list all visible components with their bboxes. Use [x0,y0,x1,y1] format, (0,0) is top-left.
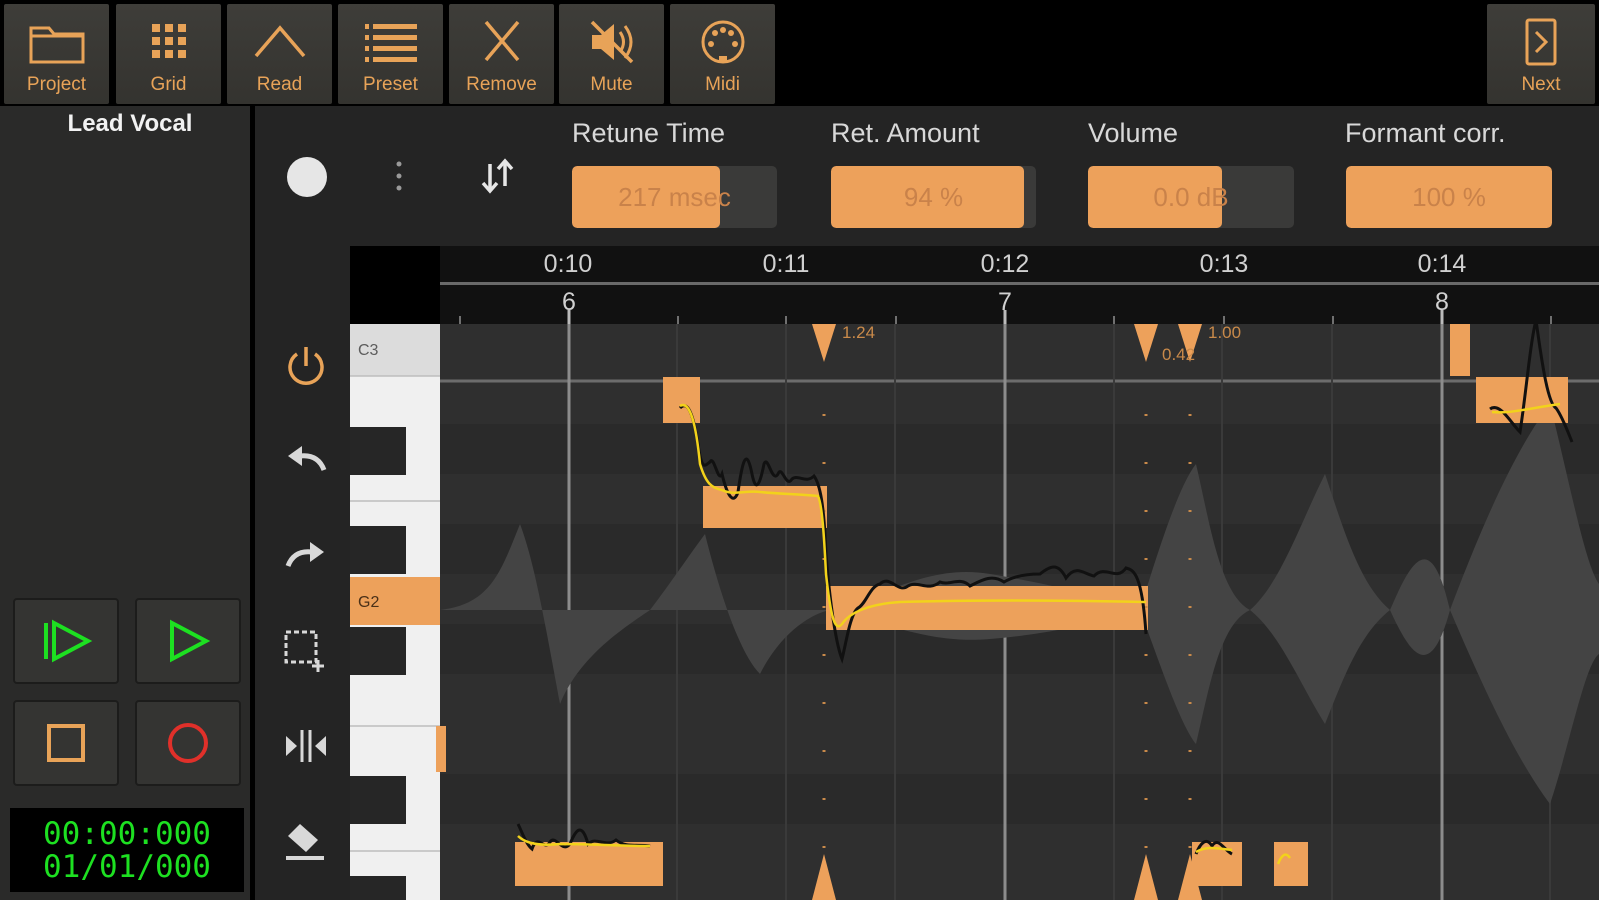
folder-icon [29,26,84,64]
read-curve-icon [254,25,305,58]
power-icon[interactable] [282,342,330,390]
redo-icon[interactable] [282,536,330,576]
close-icon [484,20,519,62]
grid-button[interactable]: Grid [116,4,221,104]
time-tick: 0:14 [1417,250,1467,278]
piano-keyboard[interactable] [350,324,440,900]
next-label: Next [1521,74,1561,95]
remove-label: Remove [466,74,537,95]
retune-amount-label: Ret. Amount [831,118,980,148]
timeline-ruler[interactable]: 0:10 0:11 0:12 0:13 0:14 6 7 8 [440,246,1599,324]
next-button[interactable]: Next [1487,4,1595,104]
preset-label: Preset [363,74,418,95]
undo-icon[interactable] [282,440,330,480]
position-readout: 01/01/000 [43,849,211,885]
key-label-c3: C3 [358,342,379,359]
volume-value: 0.0 dB [1153,182,1229,212]
retune-amount-slider[interactable]: 94 % [831,166,1036,228]
ruler-divider [440,282,1599,285]
retune-time-slider[interactable]: 217 msec [572,166,777,228]
black-key[interactable] [350,776,406,824]
pitch-editor[interactable]: C3 G2 1.24 0.42 1.00 [350,324,1599,900]
eraser-icon[interactable] [282,820,330,862]
mute-label: Mute [590,74,633,95]
list-icon [364,24,417,62]
swap-order-icon[interactable] [478,156,518,196]
mute-button[interactable]: Mute [559,4,664,104]
play-icon [170,619,211,663]
remove-button[interactable]: Remove [449,4,554,104]
stop-icon [47,724,85,762]
toolbar: Project Grid Read Preset Remove Mute Mid… [0,0,1599,106]
record-icon [168,723,208,763]
midi-button[interactable]: Midi [670,4,775,104]
black-key[interactable] [350,427,406,475]
grid-label: Grid [150,74,187,95]
pitch-note[interactable] [826,586,1148,630]
time-tick: 0:13 [1199,250,1249,278]
split-note-icon[interactable] [282,726,330,766]
pitch-note[interactable] [436,726,446,772]
color-dot-icon[interactable] [284,154,330,200]
time-tick: 0:11 [762,250,810,278]
more-options-icon[interactable] [392,158,406,194]
marker-value: 1.24 [842,324,875,342]
retune-time-label: Retune Time [572,118,726,148]
retune-amount-value: 94 % [903,182,964,212]
next-page-icon [1525,18,1557,66]
time-readout: 00:00:000 [43,816,211,852]
read-label: Read [256,74,303,95]
ruler-ticks [459,310,1552,324]
volume-label: Volume [1088,118,1179,148]
preset-button[interactable]: Preset [338,4,443,104]
pitch-note[interactable] [1450,324,1470,376]
formant-correction-label: Formant corr. [1345,118,1506,148]
track-name: Lead Vocal [67,110,193,137]
marker-value: 0.42 [1162,345,1195,364]
pitch-note[interactable] [515,842,663,886]
project-label: Project [26,74,87,95]
project-button[interactable]: Project [4,4,109,104]
midi-connector-icon [701,20,744,64]
time-tick: 0:12 [980,250,1030,278]
midi-label: Midi [705,74,740,95]
read-button[interactable]: Read [227,4,332,104]
stop-button[interactable] [13,700,119,786]
black-key[interactable] [350,526,406,574]
volume-slider[interactable]: 0.0 dB [1088,166,1294,228]
select-region-icon[interactable] [282,628,330,672]
formant-correction-slider[interactable]: 100 % [1346,166,1552,228]
play-button[interactable] [135,598,241,684]
play-from-start-icon [44,619,93,663]
black-key[interactable] [350,627,406,675]
pitch-note[interactable] [663,377,700,423]
black-key[interactable] [350,876,406,900]
marker-value: 1.00 [1208,324,1241,342]
time-tick: 0:10 [543,250,593,278]
formant-correction-value: 100 % [1412,182,1486,212]
time-display: 00:00:000 01/01/000 [10,808,244,892]
speaker-muted-icon [590,20,633,64]
record-button[interactable] [135,700,241,786]
key-label-g2: G2 [358,594,379,611]
retune-time-value: 217 msec [618,182,731,212]
grid-icon [151,24,186,58]
play-from-start-button[interactable] [13,598,119,684]
